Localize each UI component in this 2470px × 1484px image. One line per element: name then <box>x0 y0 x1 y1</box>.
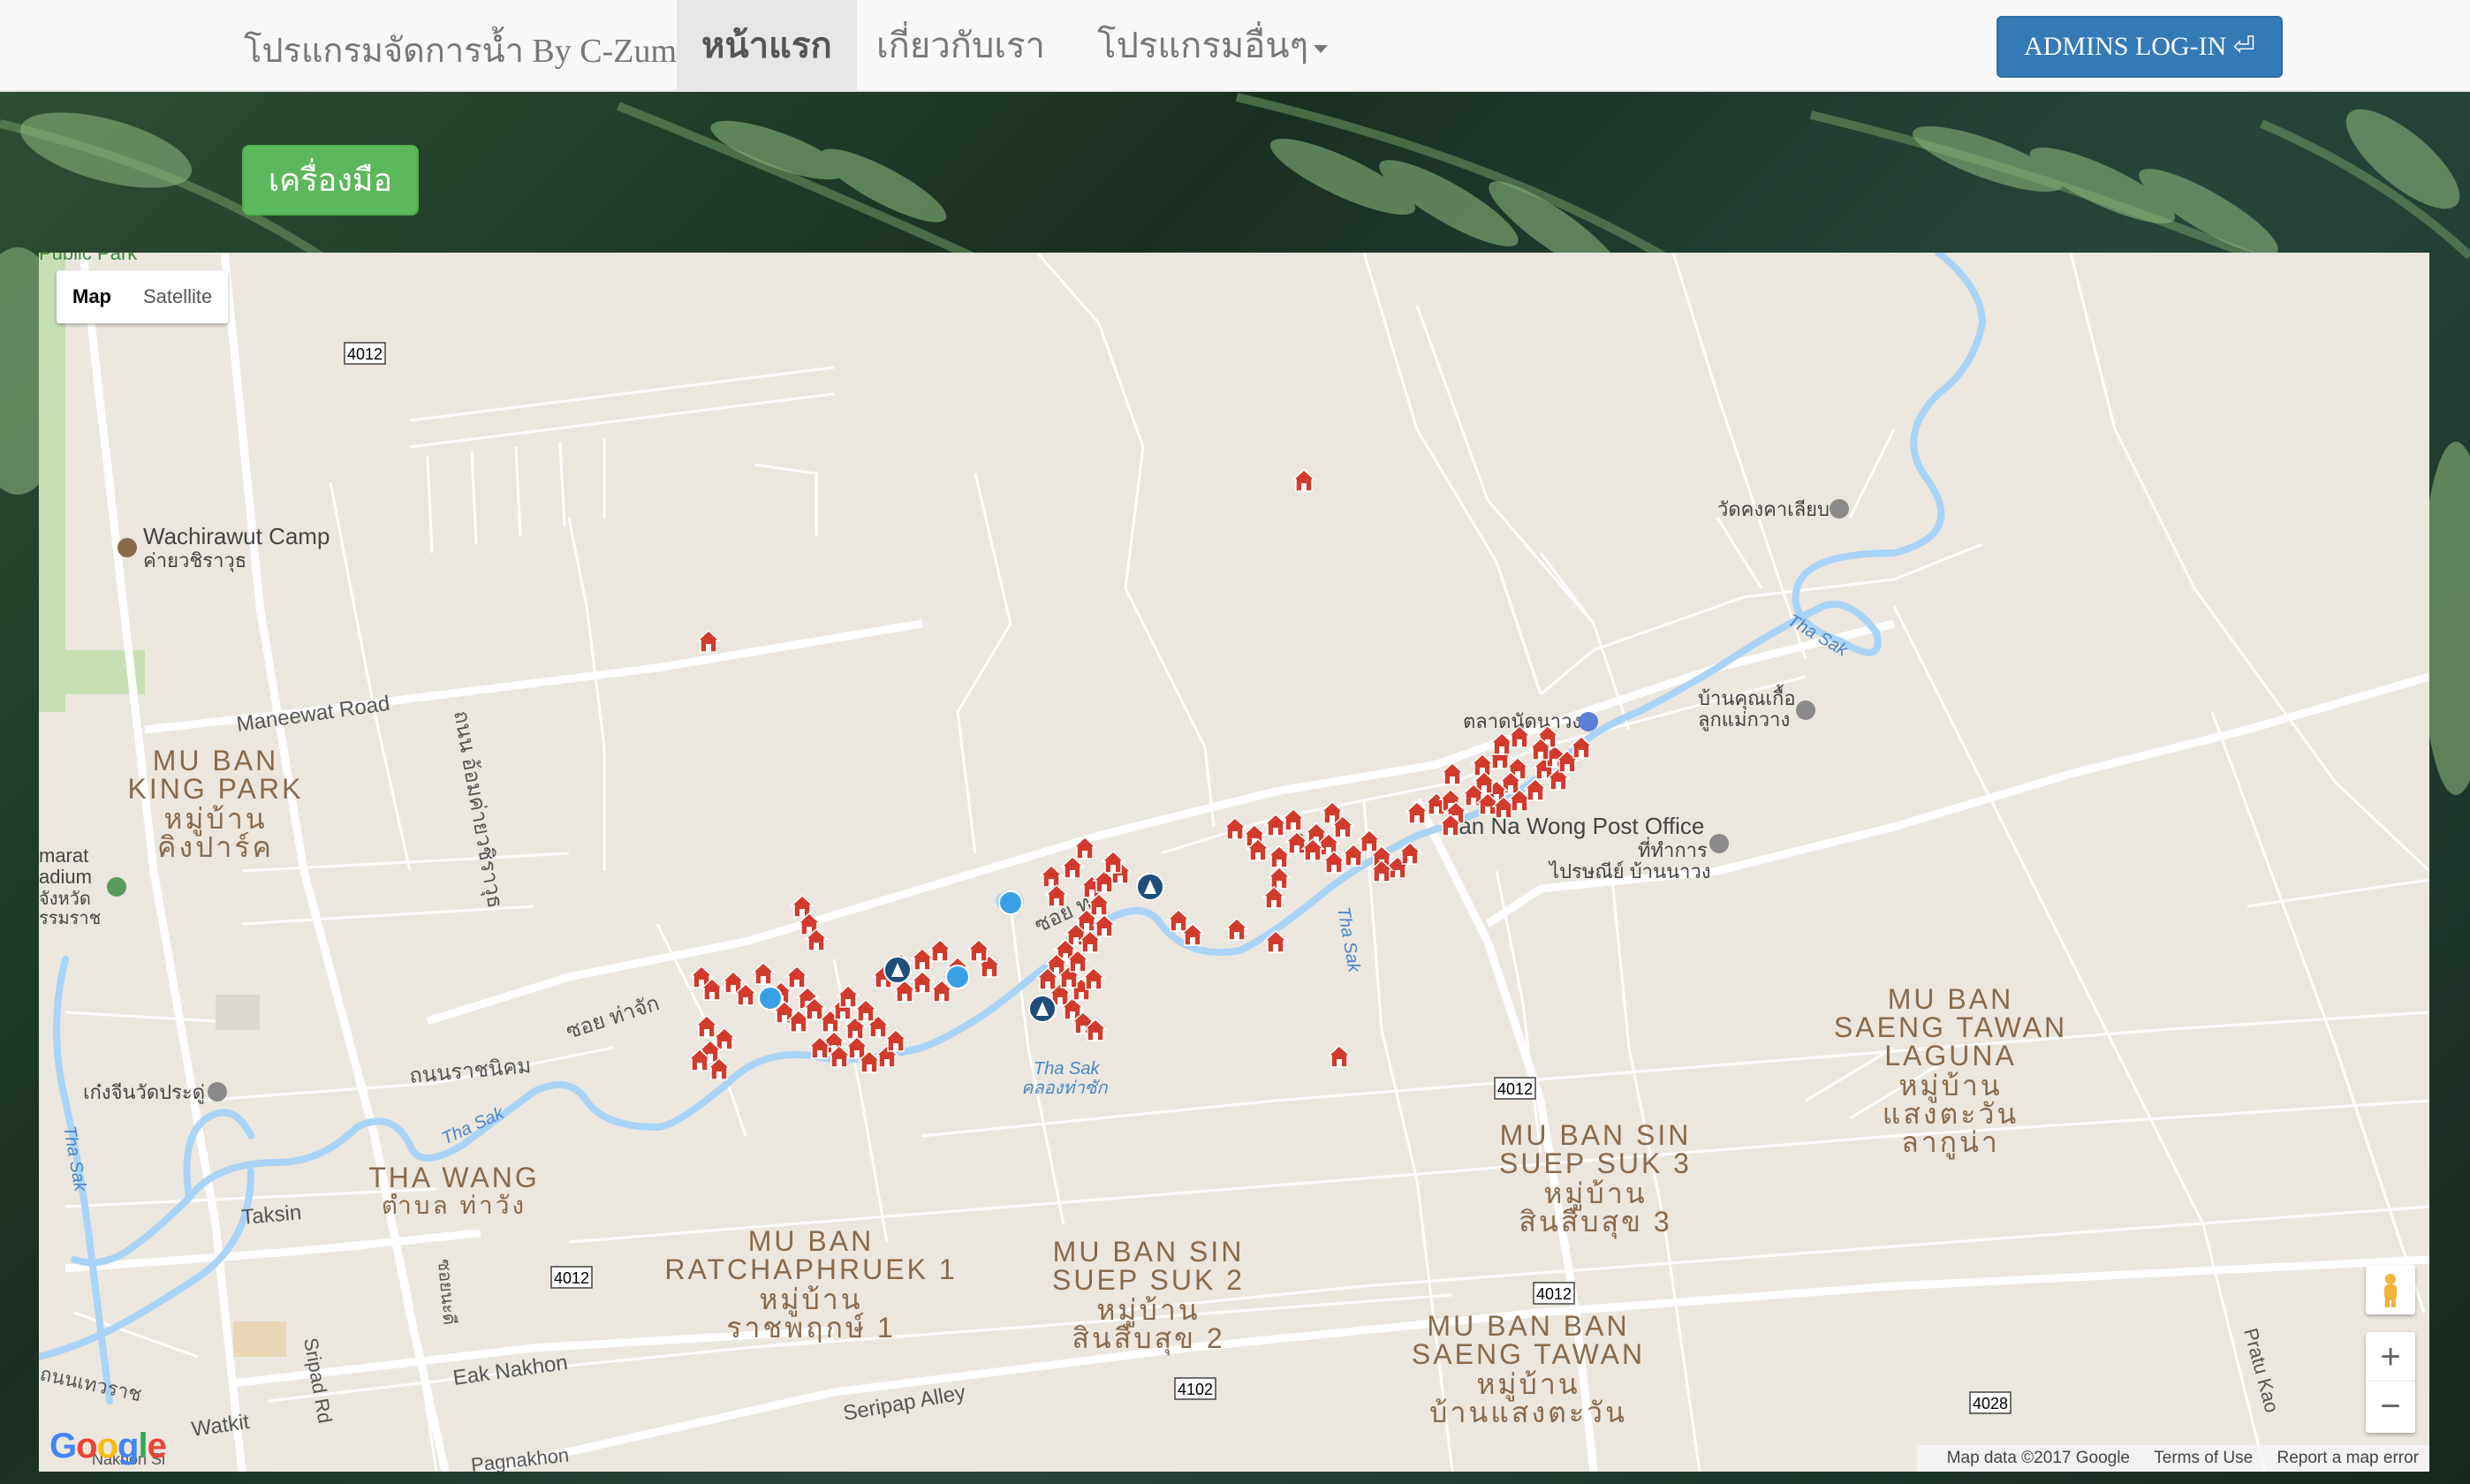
nav-home[interactable]: หน้าแรก <box>677 0 857 92</box>
house-marker[interactable] <box>910 947 935 971</box>
house-marker[interactable] <box>696 629 721 653</box>
house-marker[interactable] <box>1166 908 1191 932</box>
house-marker[interactable] <box>1267 844 1292 868</box>
house-marker[interactable] <box>1224 917 1249 941</box>
pump-marker[interactable] <box>1136 873 1164 901</box>
brand-title[interactable]: โปรแกรมจัดการน้ำ By C-Zume <box>244 23 692 77</box>
house-marker[interactable] <box>1262 885 1286 909</box>
house-marker[interactable] <box>1281 807 1306 831</box>
google-logo-text: Google <box>49 1427 167 1465</box>
pump-marker[interactable] <box>1028 995 1057 1023</box>
zoom-out-button[interactable]: − <box>2366 1382 2415 1431</box>
google-logo-letter: l <box>138 1427 148 1465</box>
house-marker[interactable] <box>1569 735 1594 759</box>
report-map-error-link[interactable]: Report a map error <box>2277 1449 2419 1467</box>
house-marker[interactable] <box>751 961 776 985</box>
house-marker[interactable] <box>883 1028 908 1052</box>
map-type-satellite-button[interactable]: Satellite <box>127 270 228 323</box>
house-marker[interactable] <box>1044 883 1069 907</box>
pump-marker[interactable] <box>883 956 912 984</box>
map-type-map-button[interactable]: Map <box>57 270 127 323</box>
house-marker[interactable] <box>1507 724 1532 748</box>
map-data-attribution: Map data ©2017 Google <box>1946 1449 2130 1467</box>
pegman-icon <box>2384 1274 2397 1307</box>
admins-login-button[interactable]: ADMINS LOG-IN ⏎ <box>1996 16 2283 78</box>
zoom-in-button[interactable]: + <box>2366 1332 2415 1382</box>
google-logo-letter: o <box>76 1427 97 1465</box>
house-marker[interactable] <box>1060 855 1085 879</box>
house-marker[interactable] <box>853 998 878 1022</box>
google-logo-letter: G <box>49 1427 77 1465</box>
house-marker[interactable] <box>928 938 952 962</box>
house-marker[interactable] <box>1039 864 1064 888</box>
nav-other-programs[interactable]: โปรแกรมอื่นๆ <box>1072 0 1352 92</box>
map-attribution: Map data ©2017 Google Terms of Use Repor… <box>1916 1445 2429 1472</box>
house-marker[interactable] <box>1292 468 1316 492</box>
house-marker[interactable] <box>966 938 991 962</box>
house-marker[interactable] <box>1101 850 1125 874</box>
house-marker[interactable] <box>1223 816 1247 840</box>
house-marker[interactable] <box>694 1014 719 1038</box>
terms-of-use-link[interactable]: Terms of Use <box>2154 1449 2253 1467</box>
nav-about[interactable]: เกี่ยวกับเรา <box>852 0 1070 92</box>
house-marker[interactable] <box>1523 777 1548 801</box>
zoom-control: + − <box>2366 1332 2415 1433</box>
house-marker[interactable] <box>1398 841 1422 865</box>
water-drop-marker[interactable] <box>758 986 783 1011</box>
map-type-control: Map Satellite <box>57 270 229 323</box>
house-marker[interactable] <box>1357 829 1382 852</box>
marker-layer <box>687 468 1594 1080</box>
google-map[interactable]: 4012 4012 4012 4012 4102 4028 Public Par… <box>39 253 2429 1472</box>
google-logo-letter: e <box>147 1427 167 1465</box>
house-marker[interactable] <box>1327 1044 1352 1068</box>
house-marker[interactable] <box>1405 800 1429 824</box>
house-marker[interactable] <box>836 984 860 1008</box>
street-view-pegman-icon[interactable] <box>2366 1265 2415 1314</box>
top-navbar: โปรแกรมจัดการน้ำ By C-Zume หน้าแรก เกี่ย… <box>0 0 2470 92</box>
house-marker[interactable] <box>1267 866 1292 890</box>
google-logo-letter: g <box>117 1427 139 1465</box>
google-logo-letter: o <box>96 1427 118 1465</box>
water-drop-marker[interactable] <box>945 965 970 989</box>
house-marker[interactable] <box>1092 913 1117 937</box>
caret-down-icon <box>1314 45 1329 54</box>
house-marker[interactable] <box>1263 929 1288 953</box>
google-logo[interactable]: Google <box>49 1427 167 1466</box>
water-drop-marker[interactable] <box>998 890 1023 915</box>
tools-button[interactable]: เครื่องมือ <box>242 145 419 216</box>
nav-other-programs-label: โปรแกรมอื่นๆ <box>1097 26 1309 65</box>
house-marker[interactable] <box>784 965 809 988</box>
house-marker[interactable] <box>1440 761 1465 785</box>
house-marker[interactable] <box>1263 813 1288 837</box>
house-marker[interactable] <box>1072 836 1097 859</box>
